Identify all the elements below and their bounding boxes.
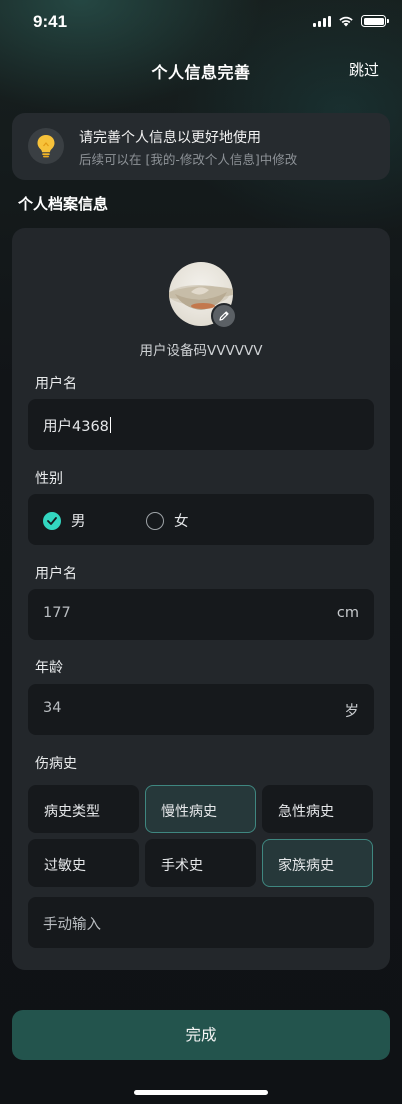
username-input[interactable]: 用户4368 bbox=[28, 399, 374, 450]
gender-option-label: 女 bbox=[174, 514, 189, 530]
manual-input-field[interactable]: 手动输入 bbox=[28, 897, 374, 948]
tip-subtitle: 后续可以在 [我的-修改个人信息]中修改 bbox=[79, 152, 298, 167]
lightbulb-icon bbox=[28, 128, 64, 164]
username-value: 用户4368 bbox=[43, 417, 111, 435]
gender-label: 性别 bbox=[35, 471, 63, 487]
edit-avatar-button[interactable] bbox=[211, 303, 237, 329]
status-bar: 9:41 bbox=[0, 0, 402, 46]
text-caret bbox=[109, 417, 111, 433]
height-input[interactable]: 177 cm bbox=[28, 589, 374, 640]
home-indicator bbox=[134, 1090, 268, 1095]
age-input[interactable]: 34 岁 bbox=[28, 684, 374, 735]
gender-option-female[interactable]: 女 bbox=[146, 510, 189, 531]
tag-chronic-history[interactable]: 慢性病史 bbox=[145, 785, 256, 833]
age-label: 年龄 bbox=[35, 660, 63, 676]
radio-unchecked-icon bbox=[146, 511, 164, 530]
gender-option-label: 男 bbox=[71, 514, 86, 530]
done-button[interactable]: 完成 bbox=[12, 1010, 390, 1060]
manual-input-placeholder: 手动输入 bbox=[43, 917, 101, 933]
skip-button[interactable]: 跳过 bbox=[349, 59, 379, 80]
username-label: 用户名 bbox=[35, 376, 77, 392]
radio-checked-icon bbox=[43, 511, 61, 530]
tag-surgery-history[interactable]: 手术史 bbox=[145, 839, 256, 887]
section-title: 个人档案信息 bbox=[18, 195, 109, 213]
status-time: 9:41 bbox=[33, 12, 68, 31]
gender-selector: 男 女 bbox=[28, 494, 374, 545]
tag-acute-history[interactable]: 急性病史 bbox=[262, 785, 373, 833]
status-icons bbox=[313, 15, 389, 27]
medical-history-label: 伤病史 bbox=[35, 756, 77, 772]
device-code: 用户设备码VVVVVV bbox=[139, 343, 263, 359]
age-unit: 岁 bbox=[344, 704, 360, 720]
tip-banner: 请完善个人信息以更好地使用 后续可以在 [我的-修改个人信息]中修改 bbox=[12, 113, 390, 180]
wifi-icon bbox=[339, 16, 353, 27]
tag-history-type[interactable]: 病史类型 bbox=[28, 785, 139, 833]
profile-form-card: 用户设备码VVVVVV 用户名 用户4368 性别 男 女 用户名 177 cm… bbox=[12, 228, 390, 970]
tip-title: 请完善个人信息以更好地使用 bbox=[79, 130, 261, 146]
battery-icon bbox=[361, 15, 389, 27]
avatar-container[interactable] bbox=[169, 262, 237, 329]
tag-family-history[interactable]: 家族病史 bbox=[262, 839, 373, 887]
height-unit: cm bbox=[336, 605, 359, 621]
cellular-signal-icon bbox=[313, 15, 331, 27]
page-title: 个人信息完善 bbox=[151, 63, 251, 82]
pencil-icon bbox=[219, 311, 229, 321]
gender-option-male[interactable]: 男 bbox=[43, 510, 86, 531]
tag-allergy-history[interactable]: 过敏史 bbox=[28, 839, 139, 887]
age-value: 34 bbox=[43, 700, 62, 716]
height-label: 用户名 bbox=[35, 566, 77, 582]
height-value: 177 bbox=[43, 605, 71, 621]
